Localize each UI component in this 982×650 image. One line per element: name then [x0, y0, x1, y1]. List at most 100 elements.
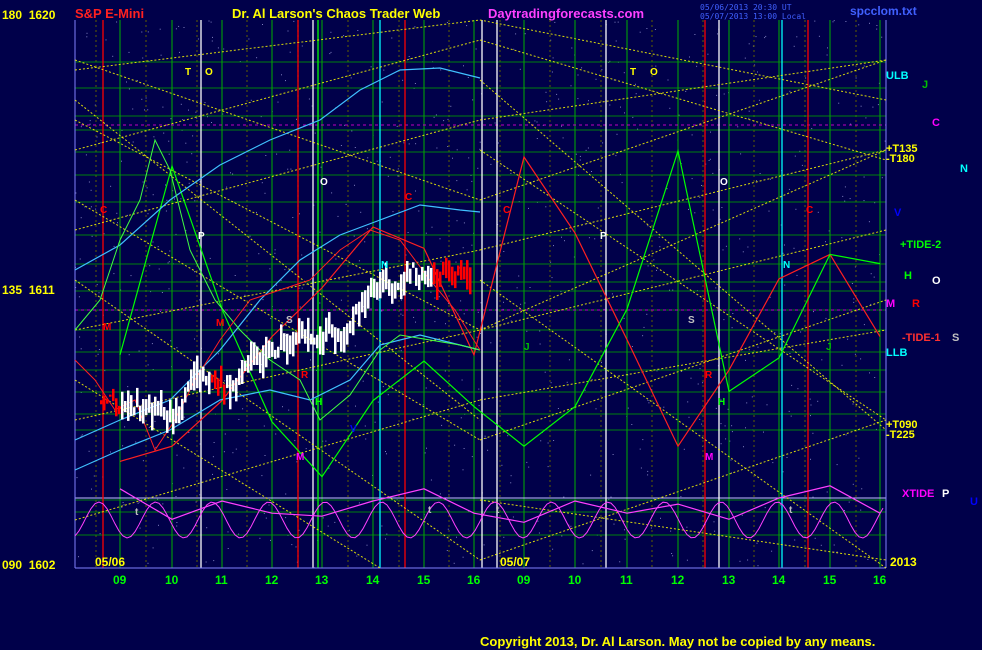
star	[867, 559, 869, 560]
star	[385, 451, 386, 452]
star	[844, 186, 846, 188]
star	[364, 425, 366, 427]
plot-label: C	[806, 205, 813, 216]
right-label: H	[904, 270, 912, 282]
right-label: XTIDE	[902, 488, 934, 500]
star	[720, 423, 722, 425]
star	[462, 469, 464, 471]
price-bar	[145, 399, 148, 416]
price-bar	[316, 334, 319, 349]
star	[226, 186, 228, 188]
star	[515, 33, 517, 35]
star	[786, 457, 788, 458]
hour-label: 12	[265, 573, 279, 587]
price-bar	[286, 333, 289, 365]
star	[748, 43, 750, 45]
star	[858, 24, 860, 26]
price-bar	[202, 366, 205, 382]
price-bar	[451, 266, 454, 286]
star	[188, 432, 190, 433]
star	[691, 178, 693, 180]
price-bar	[103, 395, 106, 411]
star	[789, 353, 791, 354]
star	[452, 157, 453, 159]
star	[175, 28, 177, 30]
price-bar	[355, 303, 358, 315]
price-bar	[340, 331, 343, 352]
star	[716, 94, 718, 96]
star	[426, 447, 427, 449]
star	[389, 156, 391, 158]
star	[670, 530, 672, 532]
price-bar	[130, 395, 133, 417]
star	[408, 56, 410, 57]
star	[290, 168, 292, 170]
star	[212, 36, 213, 38]
star	[552, 57, 554, 59]
star	[194, 338, 195, 340]
star	[208, 20, 210, 22]
star	[466, 189, 468, 191]
star	[616, 133, 618, 135]
star	[463, 222, 465, 224]
star	[169, 250, 171, 252]
star	[540, 440, 542, 442]
star	[223, 48, 225, 50]
star	[99, 533, 101, 535]
star	[672, 555, 674, 557]
star	[731, 431, 733, 433]
star	[587, 147, 589, 149]
star	[285, 517, 287, 519]
star	[130, 275, 132, 277]
star	[270, 317, 272, 319]
star	[462, 556, 464, 558]
star	[325, 440, 327, 442]
star	[308, 98, 310, 100]
star	[387, 394, 389, 396]
star	[152, 194, 154, 196]
star	[152, 547, 154, 549]
star	[755, 36, 757, 38]
star	[841, 237, 843, 239]
date-start-label: 05/06	[95, 555, 125, 569]
star	[683, 448, 685, 450]
star	[621, 182, 623, 184]
star	[512, 516, 514, 518]
star	[364, 241, 366, 243]
star	[686, 526, 688, 528]
price-bar	[448, 260, 451, 282]
star	[154, 420, 156, 422]
star	[720, 443, 722, 445]
star	[764, 507, 766, 509]
right-label: +TIDE-2	[900, 239, 941, 251]
star	[446, 550, 448, 551]
star	[791, 384, 793, 386]
star	[797, 388, 799, 390]
star	[327, 525, 329, 527]
star	[397, 168, 399, 170]
star	[176, 522, 178, 523]
star	[122, 445, 124, 447]
star	[796, 36, 798, 38]
star	[301, 254, 303, 256]
price-bar	[262, 345, 265, 379]
star	[788, 188, 790, 190]
plot-label: J	[826, 342, 832, 353]
price-bar	[382, 269, 385, 293]
star	[480, 333, 481, 334]
star	[849, 198, 851, 200]
plot-label: R	[705, 370, 713, 381]
star	[732, 313, 734, 314]
star	[353, 235, 355, 237]
star	[719, 218, 721, 220]
star	[709, 158, 711, 160]
star	[168, 288, 170, 290]
price-bar	[181, 398, 184, 420]
star	[401, 299, 402, 301]
star	[784, 244, 785, 246]
star	[863, 176, 865, 178]
star	[712, 172, 714, 174]
star	[175, 496, 177, 497]
star	[619, 561, 621, 563]
star	[259, 537, 261, 539]
